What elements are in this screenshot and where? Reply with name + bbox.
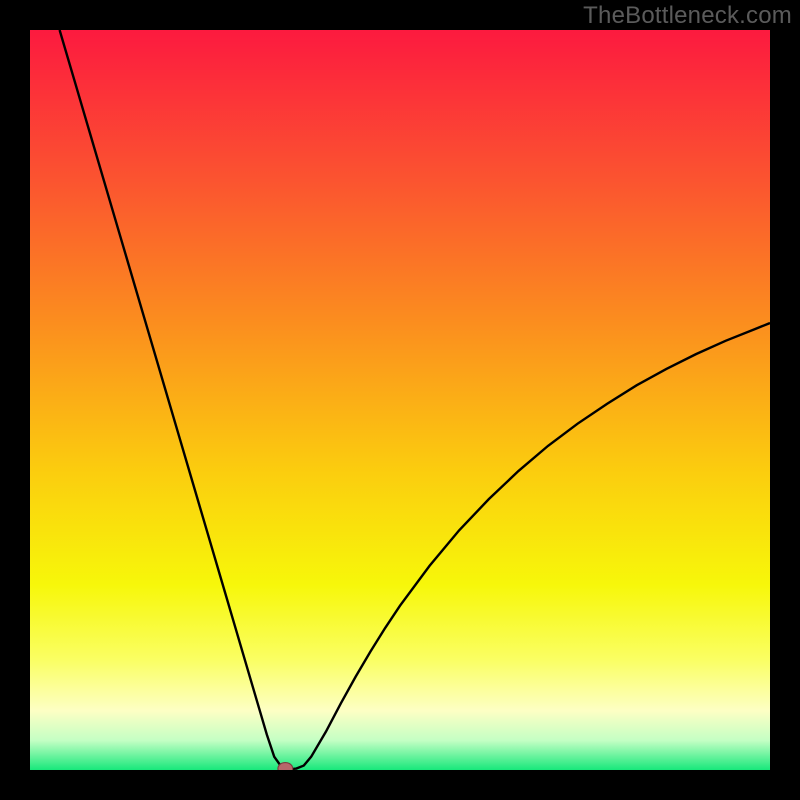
chart-frame: TheBottleneck.com [0,0,800,800]
bottleneck-plot [30,30,770,770]
plot-background [30,30,770,770]
watermark-text: TheBottleneck.com [583,2,792,30]
optimal-point-marker [278,763,293,770]
